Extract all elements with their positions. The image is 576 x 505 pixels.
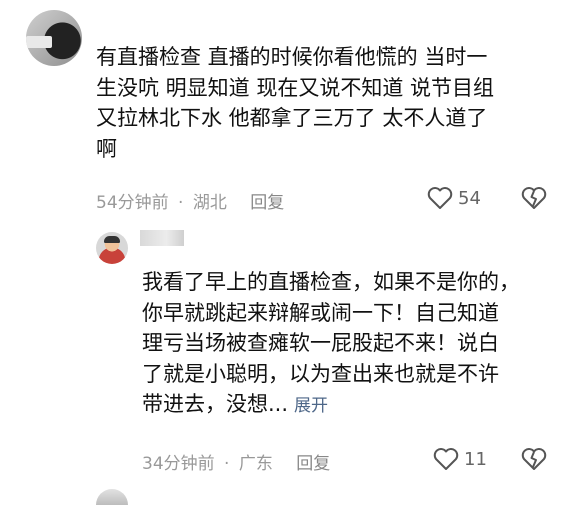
broken-heart-icon [521, 187, 547, 209]
truncated-text: 带进去，没想... [142, 392, 289, 416]
like-count: 54 [458, 187, 481, 209]
dislike-button[interactable] [520, 446, 548, 476]
comment-line: 啊 [96, 136, 117, 161]
comment-line: 了就是小聪明，以为查出来也就是不许 [142, 361, 499, 386]
expand-link[interactable]: 展开 [294, 396, 328, 416]
reply-avatar[interactable] [96, 232, 128, 264]
comment-line: 生没吭 明显知道 现在又说不知道 说节目组 [96, 75, 495, 100]
comment-location: 湖北 [192, 193, 227, 213]
dislike-button[interactable] [520, 185, 548, 215]
like-count: 11 [464, 448, 487, 470]
like-button[interactable]: 54 [426, 185, 481, 211]
reply-text: 我看了早上的直播检查，如果不是你的， 你早就跳起来辩解或闹一下！自己知道 理亏当… [142, 267, 562, 422]
comment-line: 带进去，没想... 展开 [142, 389, 562, 422]
meta-separator: · [224, 454, 230, 474]
comment-line: 有直播检查 直播的时候你看他慌的 当时一 [96, 45, 488, 69]
reply-meta: 34分钟前 · 广东 回复 [142, 449, 334, 474]
comment-time: 54分钟前 [96, 193, 169, 213]
broken-heart-icon [521, 448, 547, 470]
comment-meta: 54分钟前 · 湖北 回复 [96, 188, 288, 213]
commenter-avatar[interactable] [26, 10, 82, 66]
comment-time: 34分钟前 [142, 454, 215, 474]
heart-outline-icon [427, 187, 453, 209]
reply-button[interactable]: 回复 [250, 193, 284, 213]
comment-line: 你早就跳起来辩解或闹一下！自己知道 [142, 300, 499, 325]
next-comment-avatar [96, 489, 128, 505]
comment-location: 广东 [238, 454, 273, 474]
comment-text: 有直播检查 直播的时候你看他慌的 当时一 生没吭 明显知道 现在又说不知道 说节… [96, 42, 566, 164]
username-redacted [140, 230, 184, 246]
like-button[interactable]: 11 [432, 446, 487, 472]
comment-line: 我看了早上的直播检查，如果不是你的， [142, 270, 520, 294]
reply-button[interactable]: 回复 [296, 454, 330, 474]
comment-line: 又拉林北下水 他都拿了三万了 太不人道了 [96, 106, 488, 130]
comment-line: 理亏当场被查瘫软一屁股起不来！说白 [142, 331, 499, 355]
meta-separator: · [178, 193, 184, 213]
heart-outline-icon [433, 448, 459, 470]
